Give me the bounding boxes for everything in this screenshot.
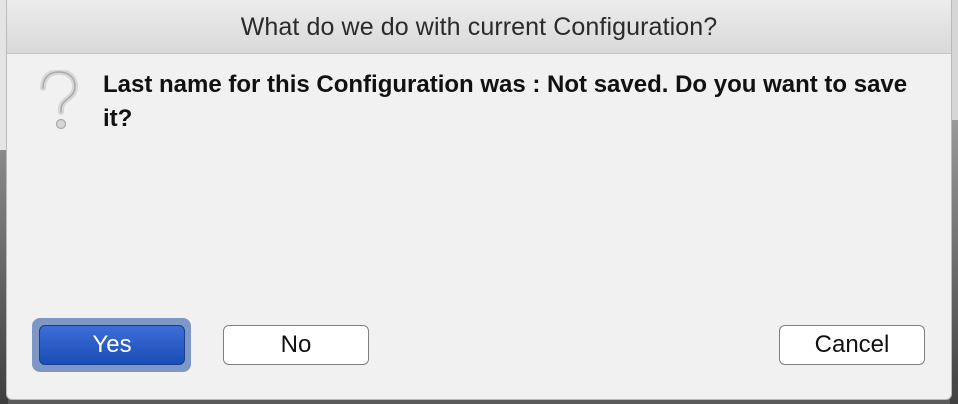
configuration-dialog: What do we do with current Configuration… bbox=[6, 0, 952, 400]
dialog-message: Last name for this Configuration was : N… bbox=[103, 71, 908, 132]
question-mark-icon bbox=[40, 70, 79, 130]
dialog-title: What do we do with current Configuration… bbox=[240, 13, 718, 41]
no-button[interactable]: No bbox=[223, 325, 369, 365]
dialog-titlebar: What do we do with current Configuration… bbox=[7, 0, 951, 54]
cancel-button[interactable]: Cancel bbox=[779, 325, 925, 365]
yes-button[interactable]: Yes bbox=[39, 325, 185, 365]
